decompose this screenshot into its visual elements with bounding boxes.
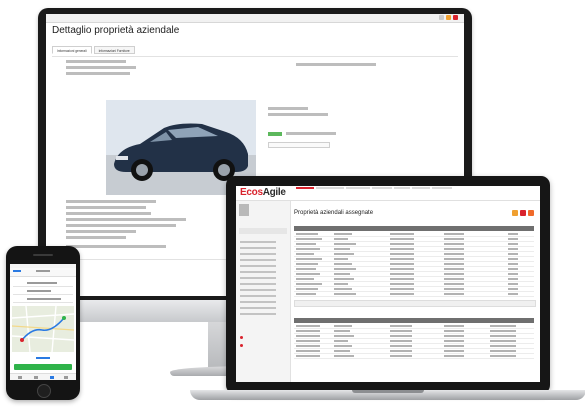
field-row [66,200,156,203]
detail-tabs: Informazioni generali Informazioni Forni… [52,46,135,54]
field-row [286,132,336,135]
grid-pager[interactable] [294,300,536,307]
edit-icon[interactable] [512,210,518,216]
phone-screen-title [36,270,50,272]
nav-item[interactable] [372,187,392,189]
sidebar-item[interactable] [240,312,276,316]
tab-icon[interactable] [18,376,22,379]
nav-item[interactable] [316,187,344,189]
grid-header [294,318,534,323]
desktop-window-titlebar [46,14,464,23]
nav-item[interactable] [432,187,452,189]
desktop-window-actions [439,15,458,21]
sidebar-item[interactable] [240,258,276,262]
sidebar-item[interactable] [240,276,276,280]
app-logo[interactable]: EcosAgile [240,187,286,198]
field-row [66,218,186,221]
nav-item[interactable] [412,187,430,189]
field-row [268,107,308,110]
destination-field[interactable] [13,288,73,295]
sidebar-item[interactable] [240,306,276,310]
tab-icon[interactable] [34,376,38,379]
field-row [66,72,130,75]
field-row [66,245,166,248]
field-row [66,224,176,227]
nav-item[interactable] [296,187,314,189]
sidebar-item[interactable] [240,240,276,244]
route-map[interactable] [12,306,74,352]
sidebar-item[interactable] [240,300,276,304]
table-row[interactable] [294,354,534,359]
phone-screen [10,264,76,380]
tab-supplier-info[interactable]: Informazioni Fornitore [93,46,135,54]
main-nav [296,187,452,189]
grid-header [294,226,534,231]
sidebar-item[interactable] [240,246,276,250]
nav-item[interactable] [394,187,410,189]
phone-speaker [33,254,53,256]
tabs-divider [52,56,458,57]
table-row[interactable] [294,292,534,297]
origin-field[interactable] [13,280,73,287]
user-icon[interactable] [439,15,444,20]
confirm-button[interactable] [14,364,72,370]
field-row [66,230,136,233]
logout-icon[interactable] [453,15,458,20]
field-row [66,60,126,63]
sidebar-item[interactable] [240,252,276,256]
avatar [239,204,249,216]
sidebar-marker-icon [240,344,243,347]
sidebar-item[interactable] [240,294,276,298]
field-row [296,63,376,66]
assignee-field[interactable] [268,142,330,148]
tab-icon[interactable] [50,376,54,379]
sidebar-item[interactable] [240,282,276,286]
field-row [66,66,136,69]
laptop-screen: EcosAgile Proprietà aziendali assegnate [236,186,540,382]
back-button[interactable] [13,270,21,272]
phone-tab-bar [10,373,76,380]
sidebar-section-header[interactable] [239,228,287,234]
field-row [66,212,151,215]
export-icon[interactable] [528,210,534,216]
home-button[interactable] [37,384,51,398]
laptop-notch [352,390,424,393]
sidebar-item[interactable] [240,288,276,292]
field-row [66,206,146,209]
page-title: Dettaglio proprietà aziendale [52,25,180,36]
tab-general-info[interactable]: Informazioni generali [52,46,92,54]
page-title: Proprietà aziendali assegnate [294,210,374,216]
field-row [66,236,126,239]
print-icon[interactable] [520,210,526,216]
map-link[interactable] [36,357,50,359]
status-toggle[interactable] [268,132,282,136]
settings-icon[interactable] [446,15,451,20]
field-row [268,113,328,116]
route-option-field[interactable] [13,296,73,303]
tab-icon[interactable] [64,376,68,379]
sidebar-marker-icon [240,336,243,339]
sidebar-item[interactable] [240,270,276,274]
page-actions [512,210,534,216]
nav-item[interactable] [346,187,370,189]
sidebar-item[interactable] [240,264,276,268]
